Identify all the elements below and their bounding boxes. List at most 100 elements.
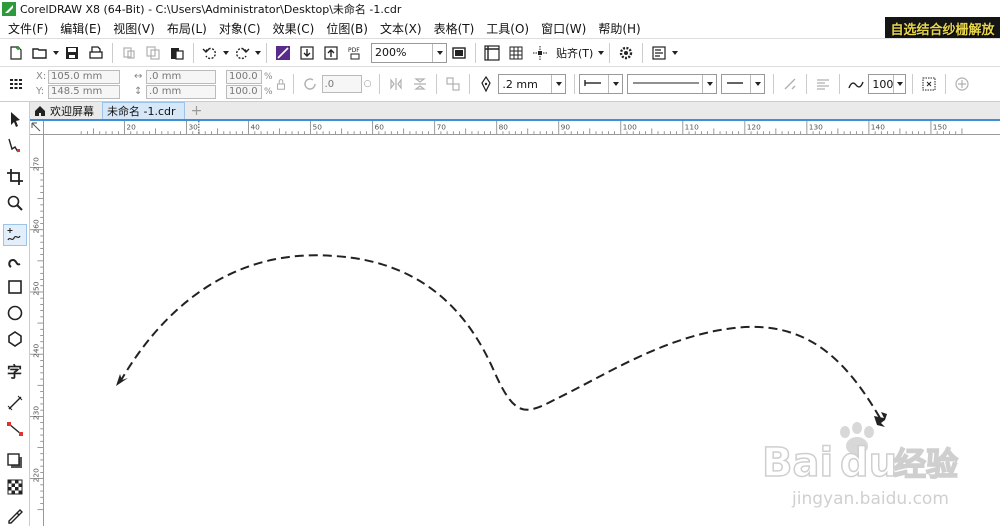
outline-width-select[interactable]: .2 mm [498, 74, 567, 94]
show-grid-button[interactable] [505, 42, 527, 64]
options-button[interactable] [615, 42, 637, 64]
menu-object[interactable]: 对象(C) [215, 20, 269, 37]
snap-to-menu[interactable]: 贴齐(T) [552, 45, 597, 61]
scale-y-input[interactable]: 100.0 [226, 84, 262, 99]
crop-tool-button[interactable] [3, 166, 27, 188]
ellipse-tool-button[interactable] [3, 302, 27, 324]
horizontal-ruler[interactable]: 20 30 40 50 60 70 80 90 100 110 120 130 140 150 [44, 121, 1000, 135]
zoom-tool-button[interactable] [3, 192, 27, 214]
menu-table[interactable]: 表格(T) [430, 20, 483, 37]
menu-file[interactable]: 文件(F) [4, 20, 56, 37]
drop-shadow-tool-button[interactable] [3, 450, 27, 472]
ruler-v-label: 260 [31, 219, 40, 233]
pick-tool-button[interactable] [3, 108, 27, 130]
ruler-h-label: 50 [313, 122, 323, 131]
rectangle-tool-button[interactable] [3, 276, 27, 298]
artistic-media-tool-button[interactable] [3, 250, 27, 272]
import-button[interactable] [296, 42, 318, 64]
undo-button[interactable] [199, 42, 221, 64]
search-content-button[interactable] [272, 42, 294, 64]
add-property-button[interactable] [951, 73, 973, 95]
menu-view[interactable]: 视图(V) [109, 20, 163, 37]
ruler-h-label: 70 [437, 122, 447, 131]
parallel-dimension-tool-button[interactable] [3, 392, 27, 414]
lock-ratio-button[interactable] [274, 73, 288, 95]
new-tab-button[interactable]: + [189, 103, 205, 119]
publish-pdf-button[interactable]: PDF [344, 42, 366, 64]
end-arrow-dropdown[interactable] [750, 75, 764, 93]
text-tool-button[interactable]: 字 [3, 360, 27, 382]
y-position-input[interactable]: 148.5 mm [48, 84, 120, 99]
toolbar-separator [469, 74, 471, 94]
page-size-presets-button[interactable] [5, 73, 27, 95]
end-arrow-select[interactable] [721, 74, 766, 94]
outline-pen-icon-wrap [475, 73, 497, 95]
transparency-tool-button[interactable] [3, 476, 27, 498]
save-button[interactable] [61, 42, 83, 64]
line-style-dropdown[interactable] [702, 75, 716, 93]
x-position-input[interactable]: 105.0 mm [48, 69, 120, 84]
show-rulers-button[interactable] [481, 42, 503, 64]
undo-dropdown-caret[interactable] [222, 42, 230, 64]
dashed-curve[interactable] [119, 254, 881, 419]
redo-dropdown-caret[interactable] [254, 42, 262, 64]
menu-text[interactable]: 文本(X) [376, 20, 430, 37]
zoom-dropdown-caret[interactable] [432, 43, 446, 62]
close-curve-button[interactable] [779, 73, 801, 95]
convert-to-curves-button[interactable] [442, 73, 464, 95]
ruler-h-label: 90 [561, 122, 571, 131]
mirror-vertical-button[interactable] [409, 73, 431, 95]
tab-welcome-screen[interactable]: 欢迎屏幕 [30, 102, 102, 119]
menu-effects[interactable]: 效果(C) [269, 20, 323, 37]
folder-open-icon [32, 47, 47, 59]
x-label: X: [36, 71, 47, 82]
watermark-brand-du: du [840, 440, 897, 486]
full-screen-preview-button[interactable] [448, 42, 470, 64]
eyedropper-tool-button[interactable] [3, 506, 27, 526]
launcher-dropdown-caret[interactable] [671, 42, 679, 64]
line-style-select[interactable] [627, 74, 718, 94]
export-button[interactable] [320, 42, 342, 64]
copy-button[interactable] [142, 42, 164, 64]
freehand-tool-button[interactable] [3, 224, 27, 246]
open-button[interactable] [29, 42, 51, 64]
smoothing-slider-toggle[interactable] [893, 75, 905, 93]
mirror-horizontal-button[interactable] [385, 73, 407, 95]
snap-dropdown-caret[interactable] [597, 42, 605, 64]
wrap-text-button[interactable] [812, 73, 834, 95]
start-arrow-dropdown[interactable] [608, 75, 622, 93]
vertical-ruler[interactable]: 270 260 250 240 230 220 [30, 135, 44, 526]
height-input[interactable]: .0 mm [146, 84, 216, 99]
rotation-input[interactable]: .0 [321, 75, 362, 93]
smoothing-input[interactable]: 100 [868, 74, 907, 94]
ruler-h-label: 40 [250, 122, 260, 131]
menu-tools[interactable]: 工具(O) [482, 20, 537, 37]
paste-button[interactable] [166, 42, 188, 64]
scale-x-input[interactable]: 100.0 [226, 69, 262, 84]
bounding-box-button[interactable] [918, 73, 940, 95]
start-arrow-icon [584, 79, 602, 86]
polygon-tool-button[interactable] [3, 328, 27, 350]
print-button[interactable] [85, 42, 107, 64]
application-launcher-button[interactable] [648, 42, 670, 64]
cut-button[interactable] [118, 42, 140, 64]
tab-document[interactable]: 未命名 -1.cdr [102, 102, 185, 119]
menu-bitmaps[interactable]: 位图(B) [322, 20, 376, 37]
menu-layout[interactable]: 布局(L) [163, 20, 215, 37]
menu-help[interactable]: 帮助(H) [594, 20, 648, 37]
ruler-origin-corner[interactable] [30, 121, 44, 135]
shape-tool-button[interactable] [3, 134, 27, 156]
toolbar-separator [193, 42, 194, 63]
redo-button[interactable] [231, 42, 253, 64]
outline-width-dropdown[interactable] [551, 75, 565, 93]
width-input[interactable]: .0 mm [146, 69, 216, 84]
new-document-button[interactable] [5, 42, 27, 64]
zoom-level-select[interactable]: 200% [371, 42, 447, 63]
start-arrow-select[interactable] [579, 74, 624, 94]
menu-edit[interactable]: 编辑(E) [56, 20, 109, 37]
show-guidelines-button[interactable] [529, 42, 551, 64]
open-dropdown-caret[interactable] [52, 42, 60, 64]
connector-tool-button[interactable] [3, 418, 27, 440]
menu-window[interactable]: 窗口(W) [537, 20, 594, 37]
toolbox: 字 [0, 102, 30, 526]
